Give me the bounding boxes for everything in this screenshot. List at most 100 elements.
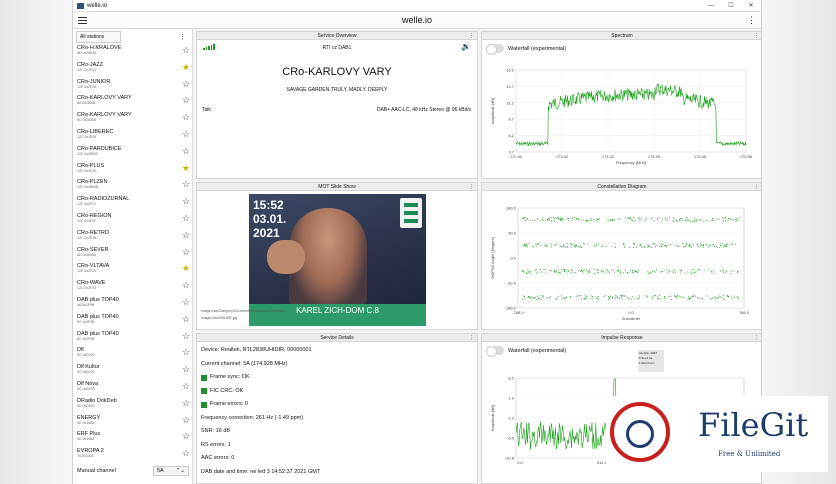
favorite-star-icon[interactable]: ☆ [182, 146, 190, 156]
station-item[interactable]: CRo-PLUS 12C 0x2F2A ★ [73, 161, 193, 178]
favorite-star-icon[interactable]: ☆ [182, 432, 190, 441]
constellation-point [656, 269, 657, 271]
constellation-point [667, 270, 669, 272]
favorite-star-icon[interactable]: ☆ [182, 113, 190, 122]
service-name: CRo-KARLOVY VARY [282, 66, 392, 78]
station-item[interactable]: CRo-SEVER 8D 0x28306 ☆ [73, 245, 193, 262]
favorite-star-icon[interactable]: ☆ [182, 46, 190, 55]
station-item[interactable]: Dlf Kultur 5C 0xD220 ☆ [73, 362, 193, 379]
constellation-point [620, 270, 622, 272]
constellation-point [628, 218, 630, 219]
constellation-point [726, 244, 728, 245]
constellation-point [561, 298, 563, 300]
station-item[interactable]: DAB plus TOP40 5A 0x2F9B ☆ [73, 295, 193, 312]
close-button[interactable]: ✕ [741, 2, 761, 9]
minimize-button[interactable]: — [701, 3, 721, 9]
station-item[interactable]: CRo-JAZZ 12C 0x2F21 ★ [73, 60, 193, 77]
manual-channel-label: Manual channel [77, 468, 116, 474]
station-item[interactable]: CRo-WAVE 12C 0x2F23 ☆ [73, 278, 193, 295]
x-tick-label: 175.45 [694, 154, 707, 159]
station-name: CRo-PARDUBICE [77, 145, 122, 152]
favorite-star-icon[interactable]: ☆ [182, 415, 190, 425]
station-item[interactable]: DAB plus TOP40 5C 0x2F9B ☆ [73, 312, 193, 329]
favorite-star-filled-icon[interactable]: ★ [182, 62, 190, 72]
station-item[interactable]: CRo-LIBEREC 12C 0x2F05 ☆ [73, 127, 193, 144]
constellation-point [715, 246, 717, 248]
station-item[interactable]: Dlf 5C 0xD210 ☆ [73, 345, 193, 362]
station-item[interactable]: ERF Plus 5C 0x1484 ☆ [73, 429, 193, 446]
favorite-star-icon[interactable]: ☆ [182, 79, 190, 89]
constellation-point [719, 246, 721, 248]
more-menu-icon[interactable]: ⋮ [747, 15, 756, 26]
panel-menu-icon[interactable]: ⋮ [754, 32, 759, 40]
station-item[interactable]: CRo-KARLOVY VARY 8A 0x28308 ☆ [73, 93, 193, 110]
constellation-point [528, 296, 530, 297]
favorite-star-icon[interactable]: ☆ [182, 381, 190, 391]
favorite-star-icon[interactable]: ☆ [182, 398, 190, 408]
station-id: 12C 0x2F21 [77, 202, 97, 207]
station-item[interactable]: CRo-JUNIOR 12C 0x2F25 ☆ [73, 77, 193, 94]
filter-menu-icon[interactable]: ⋮ [179, 33, 189, 41]
favorite-star-icon[interactable]: ☆ [182, 365, 190, 374]
favorite-star-icon[interactable]: ☆ [182, 197, 190, 206]
frequency-correction: Frequency correction: 261 Hz (-1.49 ppm) [201, 414, 304, 421]
station-item[interactable]: EVROPA 2 7A 0x2204 ☆ [73, 446, 193, 461]
watermark-brand: FileGit [698, 406, 809, 444]
y-tick-label: 11.2 [507, 100, 515, 105]
constellation-point [636, 297, 638, 299]
favorite-star-icon[interactable]: ☆ [182, 230, 190, 240]
favorite-star-icon[interactable]: ☆ [182, 314, 190, 324]
favorite-star-filled-icon[interactable]: ★ [182, 264, 190, 273]
station-item[interactable]: ENERGY 5C 0x14A5 ☆ [73, 413, 193, 430]
favorite-star-icon[interactable]: ☆ [182, 180, 190, 189]
constellation-panel: Constellation Diagram ⋮ 180.0 90.0 0.0 -90.0… [481, 182, 761, 330]
station-item[interactable]: CRo-REGION 12C 0x2F0F ☆ [73, 211, 193, 228]
station-item[interactable]: CRo-KARLOVY VARY 8C 0x28308 ☆ [73, 110, 193, 127]
favorite-star-icon[interactable]: ☆ [182, 247, 190, 257]
favorite-star-icon[interactable]: ☆ [182, 96, 190, 105]
hamburger-menu-icon[interactable] [78, 16, 87, 24]
constellation-point [534, 270, 536, 272]
constellation-point [558, 218, 560, 219]
station-item[interactable]: CRo-RETRO 12C 0x2F1B ☆ [73, 228, 193, 245]
constellation-point [735, 243, 736, 245]
panel-menu-icon[interactable]: ⋮ [469, 334, 474, 342]
favorite-star-icon[interactable]: ☆ [182, 213, 190, 223]
toggle-switch[interactable] [486, 346, 504, 357]
constellation-point [687, 219, 689, 221]
constellation-point [584, 243, 586, 245]
panel-menu-icon[interactable]: ⋮ [469, 32, 474, 40]
constellation-point [541, 296, 543, 298]
constellation-point [714, 297, 716, 299]
frame-sync: Frame sync: OK [210, 374, 250, 380]
favorite-star-filled-icon[interactable]: ★ [182, 163, 190, 173]
favorite-star-icon[interactable]: ☆ [182, 281, 190, 290]
fic-crc-row: FIC CRC: OK [201, 385, 473, 399]
constellation-point [631, 296, 633, 298]
panel-menu-icon[interactable]: ⋮ [754, 183, 759, 191]
favorite-star-icon[interactable]: ☆ [182, 129, 190, 139]
station-item[interactable]: CRo-PARDUBICE 12C 0x2890C ☆ [73, 144, 193, 161]
station-item[interactable]: CRo-H.KRALOVE 8D 0x2893A ☆ [73, 43, 193, 60]
favorite-star-icon[interactable]: ☆ [182, 449, 190, 458]
station-item[interactable]: Dlf Nova 5C 0xD230 ☆ [73, 379, 193, 396]
constellation-point [528, 272, 530, 274]
favorite-star-icon[interactable]: ☆ [182, 297, 190, 307]
manual-channel-select[interactable]: 5A ⌃⌄ [153, 466, 189, 476]
favorite-star-icon[interactable]: ☆ [182, 331, 190, 341]
station-filter-select[interactable]: All stations [76, 31, 121, 43]
station-item[interactable]: CRo-RADIOZURNAL 12C 0x2F21 ☆ [73, 194, 193, 211]
panel-menu-icon[interactable]: ⋮ [754, 334, 759, 342]
constellation-point [687, 298, 689, 300]
constellation-point [633, 270, 635, 271]
panel-menu-icon[interactable]: ⋮ [469, 183, 474, 191]
speaker-icon[interactable]: 🔊 [461, 42, 471, 51]
station-item[interactable]: DAB plus TOP40 8C 0x2F9B ☆ [73, 329, 193, 346]
maximize-button[interactable]: ☐ [721, 2, 741, 9]
station-item[interactable]: CRo-PLZEN 12C 0x2890B ☆ [73, 177, 193, 194]
constellation-point [525, 246, 527, 248]
station-item[interactable]: CRo-VLTAVA 12C 0x2F20 ★ [73, 261, 193, 278]
station-item[interactable]: DRadio DokDeb 5C 0xD240 ☆ [73, 396, 193, 413]
waterfall-toggle[interactable]: Waterfall (experimental) [486, 346, 566, 357]
favorite-star-icon[interactable]: ☆ [182, 348, 190, 357]
